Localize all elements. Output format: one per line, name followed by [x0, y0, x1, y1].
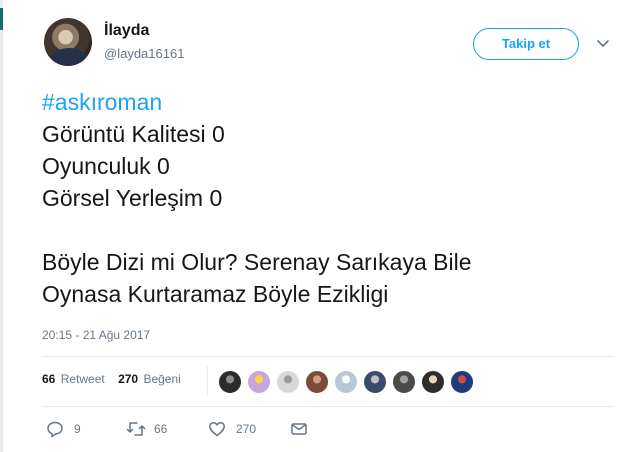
liker-avatar[interactable]: [218, 370, 242, 394]
chevron-down-icon[interactable]: [596, 36, 610, 50]
envelope-icon: [291, 423, 307, 435]
liker-avatar[interactable]: [305, 370, 329, 394]
stats-separator: [207, 366, 208, 396]
liker-avatar[interactable]: [450, 370, 474, 394]
reply-icon: [47, 421, 63, 438]
liker-avatar[interactable]: [421, 370, 445, 394]
divider: [42, 356, 614, 357]
like-stat[interactable]: 270 Beğeni: [118, 372, 181, 386]
user-handle[interactable]: @layda16161: [104, 46, 184, 61]
tweet-line: Görüntü Kalitesi 0: [42, 121, 225, 147]
hashtag-link[interactable]: #askıroman: [42, 86, 602, 118]
follow-button[interactable]: Takip et: [473, 28, 579, 60]
tweet-line: Oyunculuk 0: [42, 153, 170, 179]
user-avatar[interactable]: [44, 18, 92, 66]
liker-avatar[interactable]: [392, 370, 416, 394]
like-stat-count: 270: [118, 372, 139, 386]
retweet-stat-count: 66: [42, 372, 56, 386]
window-edge-accent: [0, 8, 3, 30]
retweet-icon: [126, 422, 146, 436]
tweet-line: Görsel Yerleşim 0: [42, 185, 223, 211]
tweet-header: İlayda @layda16161 Takip et: [44, 18, 624, 70]
window-edge: [0, 0, 3, 452]
retweet-count: 66: [154, 422, 168, 436]
reply-count: 9: [74, 422, 81, 436]
like-stat-label: Beğeni: [143, 372, 181, 386]
liker-avatar[interactable]: [247, 370, 271, 394]
tweet-actions: 9 66 270: [42, 418, 342, 440]
tweet-stats: 66 Retweet 270 Beğeni: [42, 372, 191, 386]
liker-avatar[interactable]: [276, 370, 300, 394]
retweet-stat-label: Retweet: [60, 372, 105, 386]
liker-avatar[interactable]: [334, 370, 358, 394]
tweet-line: Oynasa Kurtaramaz Böyle Ezikligi: [42, 281, 389, 307]
liker-avatar[interactable]: [363, 370, 387, 394]
divider: [42, 406, 614, 407]
tweet-line: Böyle Dizi mi Olur? Serenay Sarıkaya Bil…: [42, 249, 472, 275]
retweet-stat[interactable]: 66 Retweet: [42, 372, 105, 386]
heart-icon: [209, 421, 225, 437]
like-count: 270: [236, 422, 257, 436]
tweet-text: #askıroman Görüntü Kalitesi 0 Oyunculuk …: [42, 86, 602, 310]
tweet-timestamp[interactable]: 20:15 - 21 Ağu 2017: [42, 328, 150, 342]
user-name[interactable]: İlayda: [104, 22, 149, 40]
